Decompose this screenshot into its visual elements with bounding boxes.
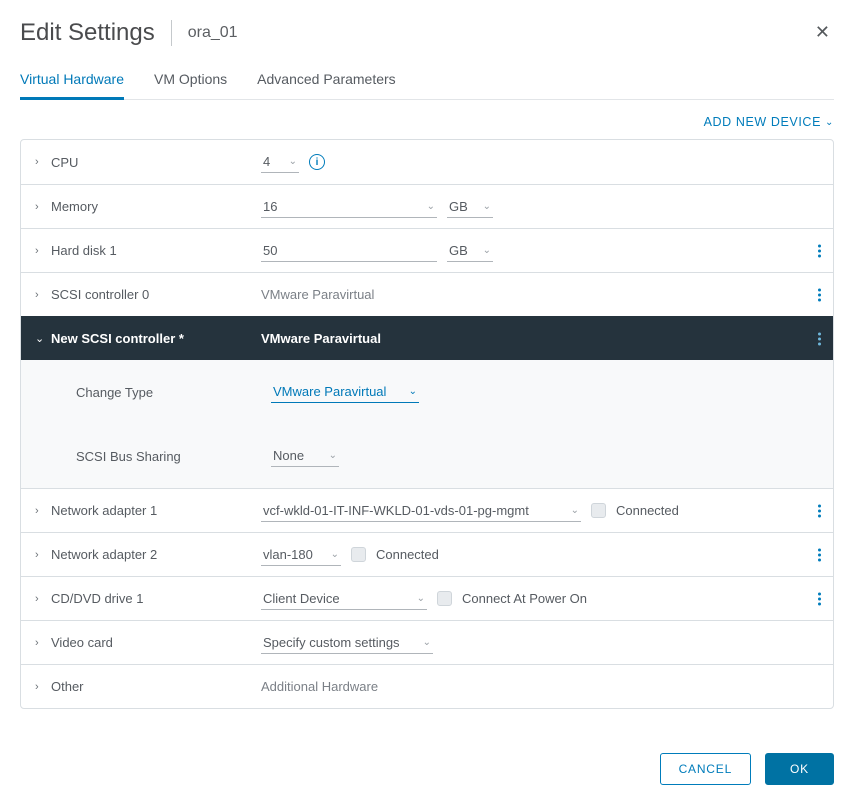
newscsi-value: VMware Paravirtual — [261, 331, 381, 346]
memory-unit-select[interactable]: GB ⌄ — [447, 196, 493, 218]
hdd1-unit-select[interactable]: GB ⌄ — [447, 240, 493, 262]
memory-value: 16 — [263, 199, 277, 214]
kebab-icon[interactable] — [818, 288, 821, 301]
chevron-down-icon: ⌄ — [289, 156, 297, 167]
kebab-icon[interactable] — [818, 332, 821, 345]
memory-input[interactable]: 16 ⌄ — [261, 196, 437, 218]
chevron-right-icon[interactable]: › — [35, 681, 51, 693]
chevron-right-icon[interactable]: › — [35, 245, 51, 257]
cd-select[interactable]: Client Device ⌄ — [261, 588, 427, 610]
net2-label: Network adapter 2 — [51, 547, 261, 562]
cpu-value: 4 — [263, 154, 270, 169]
edit-settings-dialog: Edit Settings ora_01 ✕ Virtual Hardware … — [0, 0, 854, 805]
bus-sharing-value: None — [273, 448, 304, 463]
cd-label: CD/DVD drive 1 — [51, 591, 261, 606]
row-change-type: Change Type VMware Paravirtual ⌄ — [21, 360, 833, 424]
cd-connect-checkbox[interactable] — [437, 591, 452, 606]
close-icon[interactable]: ✕ — [811, 18, 834, 47]
net1-connected-checkbox[interactable] — [591, 503, 606, 518]
memory-label: Memory — [51, 199, 261, 214]
chevron-down-icon: ⌄ — [427, 201, 435, 212]
change-type-select[interactable]: VMware Paravirtual ⌄ — [271, 381, 419, 403]
tab-virtual-hardware[interactable]: Virtual Hardware — [20, 69, 124, 100]
add-device-label: ADD NEW DEVICE — [704, 115, 821, 129]
other-value: Additional Hardware — [261, 679, 378, 694]
row-video-card: › Video card Specify custom settings ⌄ — [21, 620, 833, 664]
chevron-down-icon: ⌄ — [571, 505, 579, 516]
chevron-down-icon: ⌄ — [483, 245, 491, 256]
add-device-row: ADD NEW DEVICE ⌄ — [20, 100, 834, 139]
chevron-right-icon[interactable]: › — [35, 201, 51, 213]
tab-bar: Virtual Hardware VM Options Advanced Par… — [20, 69, 834, 100]
row-hard-disk-1: › Hard disk 1 GB ⌄ — [21, 228, 833, 272]
other-label: Other — [51, 679, 261, 694]
net1-connected-label: Connected — [616, 503, 679, 518]
dialog-header: Edit Settings ora_01 ✕ — [20, 0, 834, 69]
row-scsi-controller-0: › SCSI controller 0 VMware Paravirtual — [21, 272, 833, 316]
hdd1-label: Hard disk 1 — [51, 243, 261, 258]
tab-advanced-parameters[interactable]: Advanced Parameters — [257, 69, 396, 100]
row-other: › Other Additional Hardware — [21, 664, 833, 708]
chevron-right-icon[interactable]: › — [35, 549, 51, 561]
kebab-icon[interactable] — [818, 244, 821, 257]
chevron-down-icon: ⌄ — [409, 386, 417, 397]
row-memory: › Memory 16 ⌄ GB ⌄ — [21, 184, 833, 228]
row-cpu: › CPU 4 ⌄ i — [21, 140, 833, 184]
cd-value: Client Device — [263, 591, 340, 606]
net1-label: Network adapter 1 — [51, 503, 261, 518]
dialog-subtitle: ora_01 — [188, 24, 238, 42]
chevron-right-icon[interactable]: › — [35, 505, 51, 517]
chevron-down-icon[interactable]: ⌄ — [35, 332, 51, 345]
chevron-down-icon: ⌄ — [483, 201, 491, 212]
hdd1-size-input[interactable] — [261, 240, 437, 262]
chevron-right-icon[interactable]: › — [35, 156, 51, 168]
net2-select[interactable]: vlan-180 ⌄ — [261, 544, 341, 566]
chevron-down-icon: ⌄ — [825, 117, 834, 128]
chevron-right-icon[interactable]: › — [35, 593, 51, 605]
info-icon[interactable]: i — [309, 154, 325, 170]
chevron-right-icon[interactable]: › — [35, 289, 51, 301]
hdd1-unit: GB — [449, 243, 468, 258]
change-type-value: VMware Paravirtual — [273, 384, 386, 399]
hardware-panel: › CPU 4 ⌄ i › Memory 16 ⌄ GB ⌄ — [20, 139, 834, 709]
chevron-down-icon: ⌄ — [417, 593, 425, 604]
dialog-title: Edit Settings — [20, 19, 155, 47]
chevron-right-icon[interactable]: › — [35, 637, 51, 649]
newscsi-label: New SCSI controller * — [51, 331, 261, 346]
net1-select[interactable]: vcf-wkld-01-IT-INF-WKLD-01-vds-01-pg-mgm… — [261, 500, 581, 522]
video-label: Video card — [51, 635, 261, 650]
cd-connect-label: Connect At Power On — [462, 591, 587, 606]
bus-sharing-label: SCSI Bus Sharing — [76, 449, 271, 464]
add-new-device-button[interactable]: ADD NEW DEVICE ⌄ — [704, 115, 834, 129]
row-scsi-bus-sharing: SCSI Bus Sharing None ⌄ — [21, 424, 833, 488]
net1-value: vcf-wkld-01-IT-INF-WKLD-01-vds-01-pg-mgm… — [263, 503, 529, 518]
memory-unit: GB — [449, 199, 468, 214]
video-select[interactable]: Specify custom settings ⌄ — [261, 632, 433, 654]
bus-sharing-select[interactable]: None ⌄ — [271, 445, 339, 467]
cancel-button[interactable]: CANCEL — [660, 753, 751, 785]
scsi0-value: VMware Paravirtual — [261, 287, 374, 302]
tab-vm-options[interactable]: VM Options — [154, 69, 227, 100]
kebab-icon[interactable] — [818, 504, 821, 517]
chevron-down-icon: ⌄ — [423, 637, 431, 648]
kebab-icon[interactable] — [818, 548, 821, 561]
video-value: Specify custom settings — [263, 635, 400, 650]
net2-connected-checkbox[interactable] — [351, 547, 366, 562]
net2-value: vlan-180 — [263, 547, 313, 562]
dialog-footer: CANCEL OK — [20, 709, 834, 785]
row-cd-dvd-drive-1: › CD/DVD drive 1 Client Device ⌄ Connect… — [21, 576, 833, 620]
ok-button[interactable]: OK — [765, 753, 834, 785]
row-new-scsi-controller: ⌄ New SCSI controller * VMware Paravirtu… — [21, 316, 833, 360]
title-divider — [171, 20, 172, 46]
net2-connected-label: Connected — [376, 547, 439, 562]
row-network-adapter-1: › Network adapter 1 vcf-wkld-01-IT-INF-W… — [21, 488, 833, 532]
change-type-label: Change Type — [76, 385, 271, 400]
cpu-select[interactable]: 4 ⌄ — [261, 151, 299, 173]
chevron-down-icon: ⌄ — [331, 549, 339, 560]
cpu-label: CPU — [51, 155, 261, 170]
row-network-adapter-2: › Network adapter 2 vlan-180 ⌄ Connected — [21, 532, 833, 576]
chevron-down-icon: ⌄ — [329, 450, 337, 461]
scsi0-label: SCSI controller 0 — [51, 287, 261, 302]
kebab-icon[interactable] — [818, 592, 821, 605]
